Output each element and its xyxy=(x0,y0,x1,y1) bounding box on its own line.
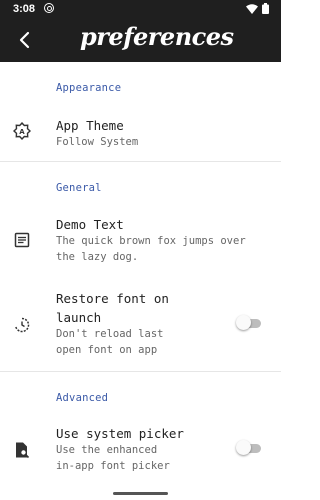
article-icon xyxy=(14,232,30,248)
pref-demo-text-title: Demo Text xyxy=(56,217,124,232)
pref-app-theme-summary: Follow System xyxy=(56,136,139,148)
wifi-icon xyxy=(246,3,258,14)
toggle-thumb xyxy=(236,315,251,330)
toggle-thumb xyxy=(236,440,251,455)
pref-system-picker[interactable]: Use system picker Use the enhanced in-ap… xyxy=(0,422,281,478)
battery-icon xyxy=(262,3,269,14)
pref-demo-text-summary-line2: the lazy dog. xyxy=(56,251,139,263)
section-header-advanced: Advanced xyxy=(56,392,109,404)
app-bar: preferences xyxy=(0,20,281,62)
pref-restore-font-summary-line2: open font on app xyxy=(56,344,158,356)
system-picker-toggle[interactable] xyxy=(236,440,263,456)
pref-restore-font-title-line2: launch xyxy=(56,310,102,325)
pref-restore-font[interactable]: Restore font on launch Don't reload last… xyxy=(0,288,281,362)
pref-restore-font-title-line1: Restore font on xyxy=(56,291,169,306)
status-time: 3:08 xyxy=(13,3,36,15)
arrow-back-icon[interactable] xyxy=(14,29,36,51)
pref-system-picker-title: Use system picker xyxy=(56,426,184,441)
pref-system-picker-summary-line2: in-app font picker xyxy=(56,460,170,472)
pref-demo-text[interactable]: Demo Text The quick brown fox jumps over… xyxy=(0,210,281,268)
file-search-icon xyxy=(16,442,30,459)
status-bar: 3:08 xyxy=(0,0,281,20)
pref-app-theme-title: App Theme xyxy=(56,118,124,133)
status-icons xyxy=(246,3,269,14)
section-header-general: General xyxy=(56,182,102,194)
brightness-icon: A xyxy=(13,122,31,140)
gesture-nav-handle[interactable] xyxy=(113,492,168,495)
page-title: preferences xyxy=(80,22,234,51)
restore-font-toggle[interactable] xyxy=(236,315,263,331)
pref-demo-text-summary-line1: The quick brown fox jumps over xyxy=(56,235,246,247)
section-header-appearance: Appearance xyxy=(56,82,122,94)
pref-system-picker-summary-line1: Use the enhanced xyxy=(56,444,158,456)
section-divider xyxy=(0,371,281,372)
pref-restore-font-summary-line1: Don't reload last xyxy=(56,328,164,340)
preferences-list[interactable]: Appearance A App Theme Follow System Gen… xyxy=(0,62,281,500)
svg-text:A: A xyxy=(19,128,25,136)
pref-app-theme[interactable]: A App Theme Follow System xyxy=(0,110,281,162)
notification-icon xyxy=(44,3,54,13)
section-divider xyxy=(0,161,281,162)
history-icon xyxy=(14,317,30,333)
